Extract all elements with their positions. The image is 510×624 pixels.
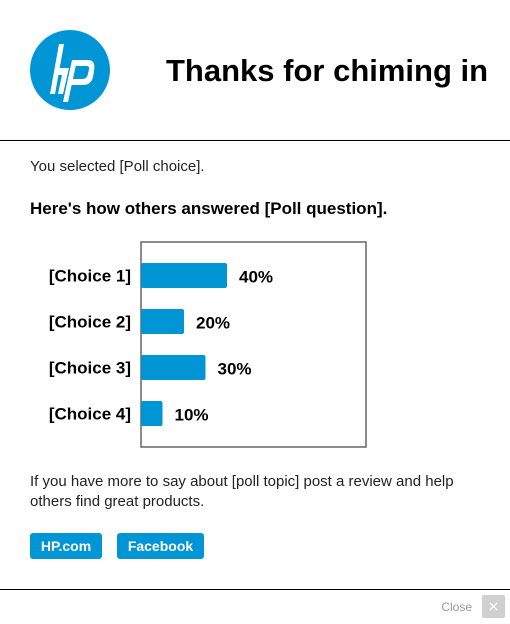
chart-value-label: 30% — [218, 360, 252, 379]
chart-category-label: [Choice 4] — [49, 405, 131, 424]
chart-bar — [141, 355, 206, 380]
facebook-button[interactable]: Facebook — [117, 533, 204, 559]
chart-bar — [141, 263, 227, 288]
chart-category-label: [Choice 1] — [49, 267, 131, 286]
close-button[interactable] — [482, 595, 505, 618]
chart-bar — [141, 309, 184, 334]
hp-com-button[interactable]: HP.com — [30, 533, 102, 559]
footer: Close — [0, 589, 510, 624]
page-title: Thanks for chiming in — [166, 53, 489, 88]
chart-bar — [141, 401, 163, 426]
header: Thanks for chiming in — [0, 0, 510, 141]
close-icon — [489, 602, 498, 611]
poll-results-chart: [Choice 1] 40% [Choice 2] 20% [Choice 3] 30% [… — [49, 241, 367, 448]
chart-category-label: [Choice 3] — [49, 359, 131, 378]
hp-logo — [30, 30, 110, 110]
selected-choice-text: You selected [Poll choice]. — [30, 158, 205, 175]
chart-value-label: 20% — [196, 314, 230, 333]
chart-category-label: [Choice 2] — [49, 313, 131, 332]
close-link[interactable]: Close — [441, 600, 472, 614]
chart-value-label: 10% — [175, 406, 209, 425]
review-prompt-text: If you have more to say about [poll topi… — [30, 473, 454, 510]
chart-value-label: 40% — [239, 268, 273, 287]
poll-results-heading: Here's how others answered [Poll questio… — [30, 199, 388, 218]
